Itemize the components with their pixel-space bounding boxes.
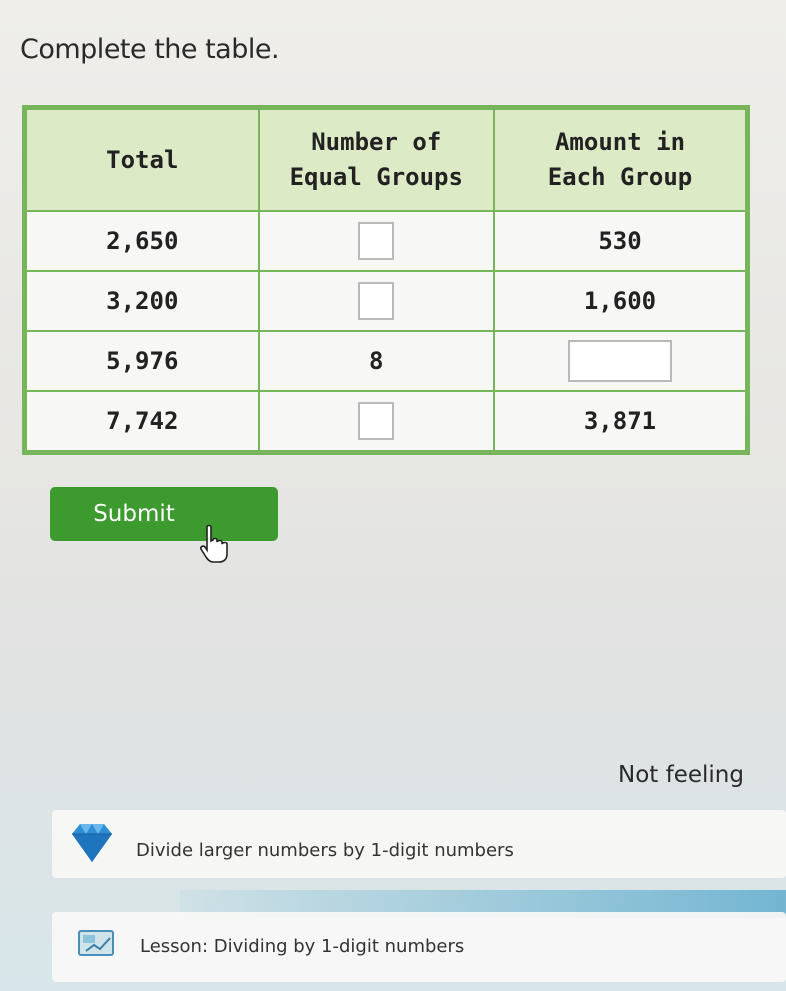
- not-feeling-link[interactable]: Not feeling: [618, 762, 744, 788]
- header-amount-line1: Amount in: [554, 128, 686, 157]
- cell-total: 5,976: [25, 330, 260, 392]
- amount-answer-input[interactable]: [567, 340, 672, 382]
- table-row: 3,200 1,600: [25, 270, 748, 332]
- lesson-icon: [78, 930, 114, 956]
- submit-button[interactable]: Submit: [50, 487, 278, 541]
- header-amount-line2: Each Group: [547, 163, 693, 191]
- table-header-row: Total Number of Equal Groups Amount in E…: [25, 108, 748, 212]
- cell-groups: 8: [257, 330, 495, 392]
- cell-groups: [257, 270, 495, 332]
- groups-answer-input[interactable]: [358, 402, 395, 440]
- skill-link-label: Divide larger numbers by 1-digit numbers: [136, 840, 514, 861]
- cell-total: 3,200: [25, 270, 260, 332]
- cell-amount: 3,871: [492, 390, 748, 452]
- skill-card[interactable]: Divide larger numbers by 1-digit numbers: [52, 810, 786, 878]
- answer-table: Total Number of Equal Groups Amount in E…: [22, 105, 750, 455]
- groups-answer-input[interactable]: [358, 282, 395, 320]
- cell-total: 2,650: [25, 210, 260, 272]
- header-groups-line1: Number of: [311, 128, 442, 157]
- header-total: Total: [25, 108, 260, 212]
- header-amount-in-each-group: Amount in Each Group: [492, 108, 748, 212]
- header-groups-line2: Equal Groups: [289, 163, 463, 191]
- diamond-icon: [72, 824, 112, 862]
- groups-answer-input[interactable]: [358, 222, 395, 260]
- header-total-line1: Total: [106, 145, 179, 174]
- submit-label: Submit: [93, 501, 175, 527]
- instruction-text: Complete the table.: [20, 34, 280, 65]
- cell-amount: 1,600: [492, 270, 748, 332]
- cell-amount: 530: [492, 210, 748, 272]
- table-row: 2,650 530: [25, 210, 748, 272]
- cell-total: 7,742: [25, 390, 260, 452]
- cell-groups: [257, 390, 495, 452]
- table-row: 7,742 3,871: [25, 390, 748, 452]
- cell-groups: [257, 210, 495, 272]
- cell-amount: [492, 330, 748, 392]
- header-number-of-equal-groups: Number of Equal Groups: [257, 108, 495, 212]
- lesson-card[interactable]: Lesson: Dividing by 1-digit numbers: [52, 912, 786, 982]
- lesson-link-label: Lesson: Dividing by 1-digit numbers: [140, 936, 465, 957]
- table-row: 5,976 8: [25, 330, 748, 392]
- hand-cursor-icon: [200, 524, 228, 563]
